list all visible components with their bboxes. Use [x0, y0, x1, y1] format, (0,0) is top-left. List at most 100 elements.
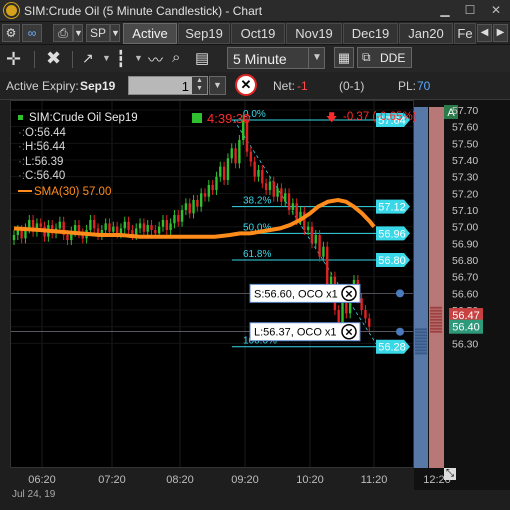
candle-body	[295, 203, 298, 221]
price-tick-label: 57.00	[452, 222, 478, 234]
time-axis-ticks: 06:20 07:20 08:20 09:20 10:20 11:20 12:20	[28, 474, 451, 486]
price-tick-label: 56.70	[452, 272, 478, 284]
candle-body	[276, 188, 279, 197]
candle-body	[127, 221, 130, 231]
fib-price-label: 56.28	[378, 342, 406, 354]
candle-body	[211, 185, 214, 191]
candle-body	[215, 176, 218, 191]
candle-body	[345, 301, 348, 314]
fib-price-label: 57.12	[378, 202, 406, 214]
chart-legend: SIM:Crude Oil Sep19 ·:O:56.44 ·:H:56.44 …	[18, 112, 138, 198]
price-tick-label: 56.60	[452, 288, 478, 300]
legend-close: C:56.40	[25, 170, 66, 182]
price-axis-ticks: 57.70 57.60 57.50 57.40 57.30 57.20 57.10 57.00…	[449, 105, 483, 350]
candle-body	[234, 148, 237, 164]
candle-body	[253, 161, 256, 177]
candle-body	[257, 170, 260, 177]
down-arrow-icon: 🡇	[326, 112, 338, 124]
bid-depth-bar	[415, 331, 427, 334]
fib-level-pct: 61.8%	[243, 249, 271, 260]
ask-depth-bar	[430, 321, 442, 324]
green-square-icon	[192, 113, 202, 123]
order-handle	[396, 289, 404, 298]
bid-depth-bar	[415, 340, 427, 343]
order-label: S:56.60, OCO x1	[254, 288, 338, 300]
bid-depth-bar	[415, 328, 427, 331]
price-tick-label: 56.90	[452, 238, 478, 250]
candle-body	[138, 223, 142, 229]
candle-body	[226, 158, 230, 181]
price-tick-label: 56.30	[452, 338, 478, 350]
candle-body	[173, 215, 176, 224]
candle-body	[28, 220, 31, 229]
candle-body	[310, 226, 314, 244]
candle-body	[222, 166, 226, 181]
candle-body	[306, 226, 310, 231]
sma-swatch-icon	[18, 190, 32, 193]
candle-body	[230, 148, 233, 159]
time-tick-label: 08:20	[166, 474, 194, 486]
legend-low: L:56.39	[25, 155, 64, 168]
time-tick-label: 06:20	[28, 474, 56, 486]
bid-depth-bar	[415, 352, 427, 355]
candle-body	[104, 223, 107, 231]
candle-body	[360, 298, 363, 311]
ask-depth-bar	[430, 330, 442, 333]
price-tick-label: 57.10	[452, 205, 478, 217]
candle-body	[261, 170, 264, 184]
candle-body	[238, 140, 241, 164]
legend-symbol: SIM:Crude Oil Sep19	[29, 112, 138, 124]
candle-body	[154, 230, 157, 234]
resize-grip-icon[interactable]: ⤡	[444, 468, 456, 480]
order-handle	[396, 327, 404, 336]
candle-body	[280, 188, 283, 202]
candle-body	[115, 226, 119, 234]
candle-body	[157, 226, 161, 234]
fib-level-pct: 38.2%	[243, 196, 271, 207]
legend-open: O:56.44	[25, 126, 66, 139]
candle-body	[108, 223, 111, 232]
candle-body	[249, 151, 253, 162]
price-tick-label: 57.30	[452, 172, 478, 184]
candle-body	[142, 223, 146, 232]
candle-body	[364, 310, 367, 319]
bid-volume-column	[414, 107, 428, 468]
candle-body	[66, 235, 69, 241]
candle-body	[146, 225, 149, 232]
bid-depth-bar	[415, 334, 427, 337]
candle-body	[314, 235, 317, 244]
candle-body	[119, 228, 123, 234]
candle-body	[284, 193, 287, 202]
ask-depth-bar	[430, 309, 442, 312]
candle-body	[337, 310, 340, 324]
candle-body	[161, 220, 165, 227]
candle-body	[264, 183, 268, 191]
candle-body	[291, 203, 295, 211]
candle-body	[169, 223, 172, 231]
time-axis-date: Jul 24, 19	[12, 489, 56, 500]
price-tick-label: 56.80	[452, 255, 478, 267]
working-orders: S:56.60, OCO x1 ✕ L:56.37, OCO x1 ✕	[11, 283, 413, 342]
order-cancel-x: ✕	[345, 289, 353, 300]
legend-high: H:56.44	[25, 141, 66, 153]
chart-canvas: 0.0%57.6438.2%57.1250.0%56.9661.8%56.801…	[11, 101, 483, 486]
candle-body	[272, 181, 275, 197]
ask-depth-bar	[430, 315, 442, 318]
price-tick-label: 57.20	[452, 188, 478, 200]
order-cancel-x: ✕	[345, 328, 353, 339]
price-tick-label: 57.40	[452, 155, 478, 167]
candle-body	[112, 226, 115, 232]
candle-body	[188, 203, 191, 214]
candle-body	[165, 220, 168, 231]
candle-body	[326, 246, 329, 291]
bid-depth-bar	[415, 337, 427, 340]
candle-body	[207, 185, 211, 197]
candle-body	[192, 200, 195, 214]
candle-body	[322, 246, 325, 257]
bid-price-label: 56.40	[452, 322, 480, 334]
order-label: L:56.37, OCO x1	[254, 327, 337, 339]
candle-body	[219, 166, 222, 177]
fib-price-label: 56.80	[378, 255, 406, 267]
legend-sma: SMA(30) 57.00	[34, 185, 112, 198]
candle-body	[180, 210, 184, 222]
